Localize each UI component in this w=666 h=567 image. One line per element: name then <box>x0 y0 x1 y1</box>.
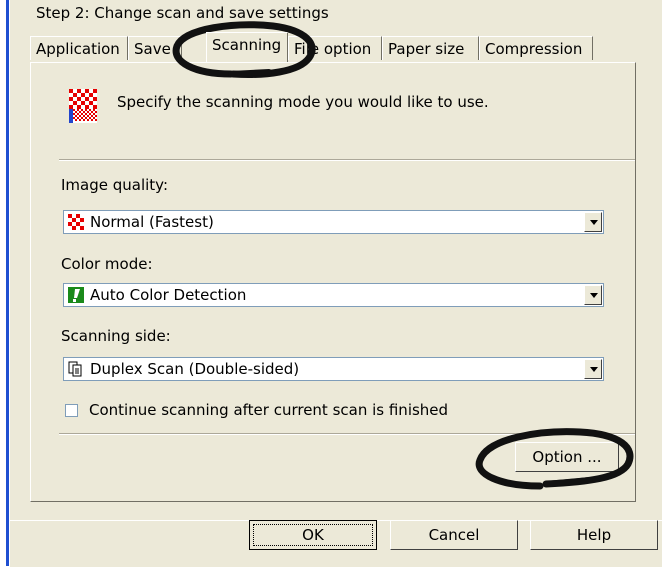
ok-button[interactable]: OK <box>249 520 377 550</box>
scanning-side-select[interactable]: Duplex Scan (Double-sided) <box>63 357 604 381</box>
continue-scanning-checkbox[interactable] <box>65 404 78 417</box>
tab-paper-size[interactable]: Paper size <box>382 36 479 60</box>
checker-icon <box>68 214 84 230</box>
duplex-page-icon <box>68 361 82 377</box>
option-button[interactable]: Option ... <box>515 442 619 472</box>
cancel-button-label: Cancel <box>428 526 480 544</box>
tab-scanning[interactable]: Scanning <box>206 32 288 62</box>
color-mode-value: Auto Color Detection <box>90 286 247 304</box>
scanning-side-label: Scanning side: <box>61 327 171 345</box>
image-quality-label: Image quality: <box>61 176 169 194</box>
image-quality-value: Normal (Fastest) <box>90 213 214 231</box>
color-mode-label: Color mode: <box>61 255 153 273</box>
tab-application[interactable]: Application <box>30 36 128 60</box>
right-window-edge <box>662 0 666 566</box>
continue-scanning-label[interactable]: Continue scanning after current scan is … <box>89 401 448 419</box>
header-separator <box>59 159 635 161</box>
help-button[interactable]: Help <box>530 520 658 550</box>
chevron-down-icon[interactable] <box>584 212 602 232</box>
color-mode-select[interactable]: Auto Color Detection <box>63 283 604 307</box>
option-button-label: Option ... <box>532 448 602 466</box>
ok-button-label: OK <box>302 526 324 544</box>
scanning-tab-panel: Specify the scanning mode you would like… <box>30 62 636 502</box>
left-window-edge <box>0 0 10 566</box>
step-title: Step 2: Change scan and save settings <box>36 4 329 22</box>
tab-save[interactable]: Save <box>128 36 182 60</box>
bottom-separator <box>59 433 635 435</box>
header-instruction: Specify the scanning mode you would like… <box>117 93 489 111</box>
help-button-label: Help <box>576 526 612 544</box>
tab-compression[interactable]: Compression <box>479 36 593 60</box>
cancel-button[interactable]: Cancel <box>390 520 518 550</box>
chevron-down-icon[interactable] <box>584 359 602 379</box>
scanning-side-value: Duplex Scan (Double-sided) <box>90 360 300 378</box>
dialog-window: Step 2: Change scan and save settings Ap… <box>0 0 666 567</box>
image-quality-select[interactable]: Normal (Fastest) <box>63 210 604 234</box>
exclamation-icon <box>68 287 84 303</box>
scan-quality-checker-icon <box>69 89 97 123</box>
chevron-down-icon[interactable] <box>584 285 602 305</box>
tab-file-option[interactable]: File option <box>288 36 382 60</box>
